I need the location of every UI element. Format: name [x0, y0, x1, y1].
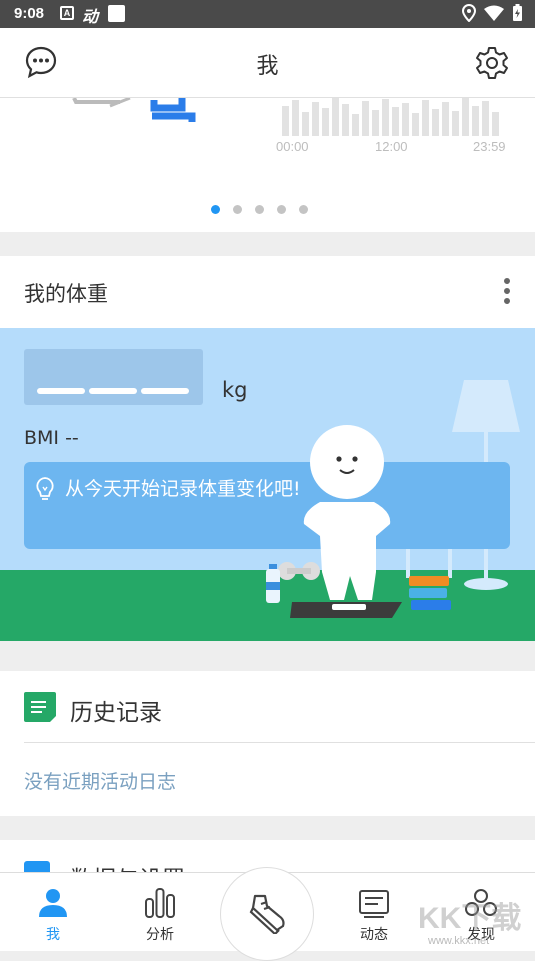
dumbbell-illustration: [278, 562, 320, 580]
status-bar: 9:08 A 动: [0, 0, 535, 28]
water-bottle-illustration: [266, 564, 280, 603]
page-dot[interactable]: [255, 205, 264, 214]
page-dot[interactable]: [299, 205, 308, 214]
history-list-icon: [24, 692, 56, 722]
nav-label: 动态: [360, 927, 388, 943]
x-tick-end: 23:59: [473, 139, 506, 154]
app-notification-icon: A: [60, 6, 74, 20]
history-title: 历史记录: [70, 700, 162, 726]
daily-steps-bars: [282, 98, 499, 136]
app-notification-text: 动: [82, 9, 99, 26]
weight-unit: kg: [222, 378, 248, 402]
nav-tab-me[interactable]: 我: [13, 873, 93, 952]
page-dot[interactable]: [233, 205, 242, 214]
character-illustration: [290, 425, 402, 618]
battery-icon: [513, 4, 522, 21]
carousel-illustration: [72, 98, 196, 122]
watermark: KK下载: [418, 902, 522, 935]
x-tick-start: 00:00: [276, 139, 309, 154]
weight-placeholder-dash: [141, 388, 189, 394]
weight-card-header[interactable]: 我的体重: [0, 256, 535, 328]
status-time: 9:08: [14, 5, 45, 22]
location-icon: [462, 4, 476, 22]
person-icon: [39, 889, 67, 917]
weight-card-title: 我的体重: [24, 282, 108, 306]
feed-icon: [359, 890, 389, 918]
gear-icon[interactable]: [474, 45, 510, 81]
more-options-icon[interactable]: [500, 276, 514, 306]
nav-label: 我: [46, 927, 60, 943]
weight-scene[interactable]: kg BMI -- 从今天开始记录体重变化吧!: [0, 328, 535, 641]
wifi-icon: [484, 5, 504, 21]
shoe-icon: [249, 894, 285, 934]
notification-box-icon: [108, 5, 125, 22]
divider: [24, 742, 535, 743]
watermark-url: www.kkx.net: [428, 935, 490, 947]
nav-center-run-button[interactable]: [220, 867, 314, 961]
weight-placeholder-dash: [89, 388, 137, 394]
activity-carousel[interactable]: 00:00 12:00 23:59: [0, 98, 535, 232]
top-app-bar: 我: [0, 28, 535, 98]
status-icons: [462, 4, 523, 22]
lightbulb-icon: [36, 477, 54, 500]
page-title: 我: [256, 54, 279, 79]
bmi-value: BMI --: [24, 427, 79, 449]
bar-chart-icon: [145, 888, 175, 918]
weight-value-box: [24, 349, 203, 405]
history-empty-text: 没有近期活动日志: [24, 771, 177, 793]
weight-placeholder-dash: [37, 388, 85, 394]
books-illustration: [409, 576, 451, 610]
page-indicator[interactable]: [211, 205, 308, 214]
page-dot[interactable]: [211, 205, 220, 214]
nav-tab-analysis[interactable]: 分析: [120, 873, 200, 952]
x-tick-mid: 12:00: [375, 139, 408, 154]
history-card[interactable]: 历史记录 没有近期活动日志: [0, 671, 535, 816]
page-dot[interactable]: [277, 205, 286, 214]
nav-tab-feed[interactable]: 动态: [334, 873, 414, 952]
nav-label: 分析: [146, 927, 174, 943]
